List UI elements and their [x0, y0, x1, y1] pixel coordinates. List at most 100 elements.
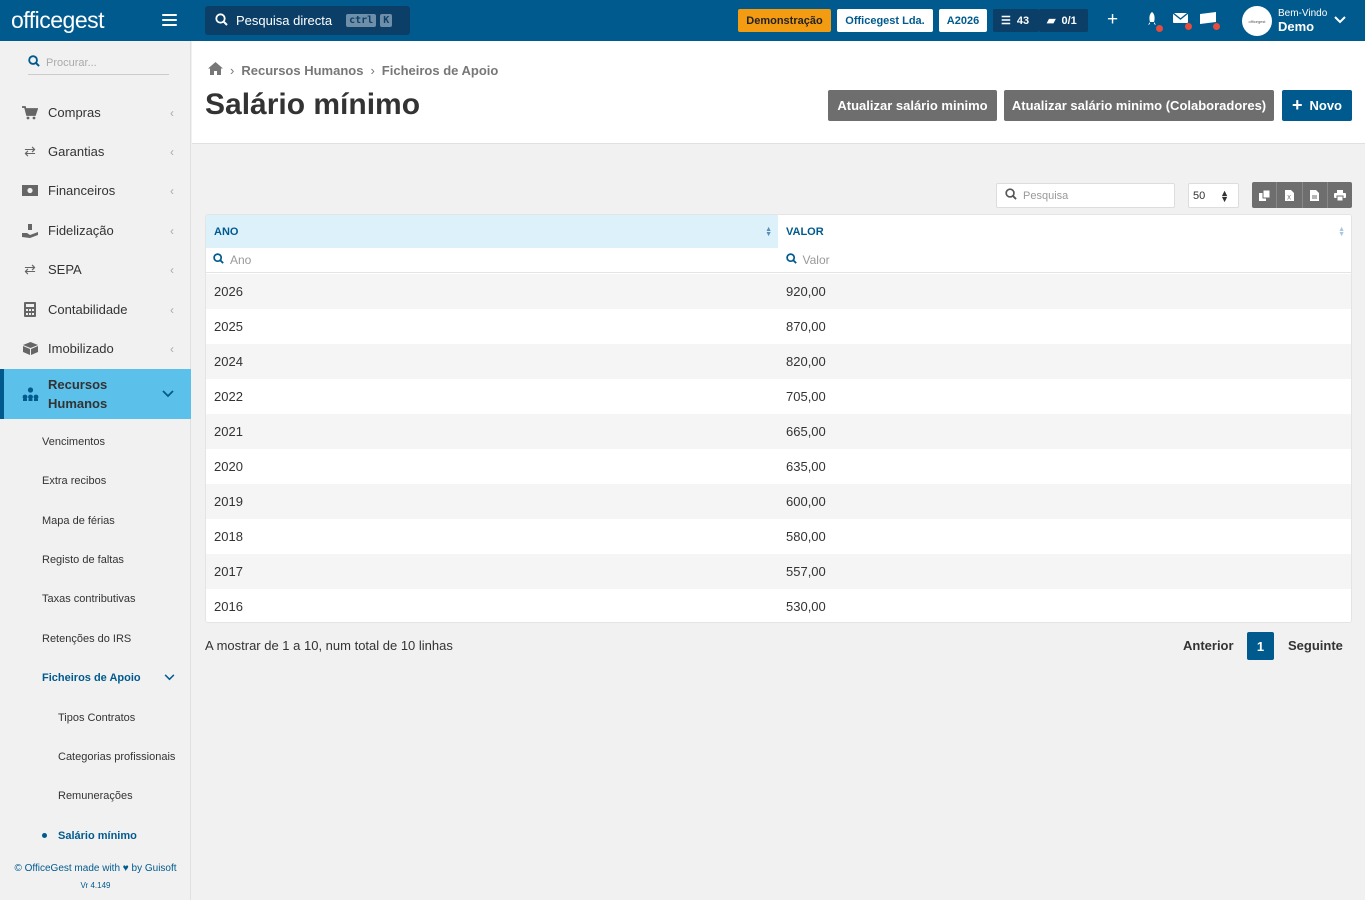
- update-min-salary-collaborators-button[interactable]: Atualizar salário minimo (Colaboradores): [1004, 90, 1274, 121]
- breadcrumb-item[interactable]: Recursos Humanos: [241, 63, 363, 78]
- column-header-ano[interactable]: ANO ▲ ▼: [206, 215, 778, 248]
- new-button[interactable]: + Novo: [1282, 90, 1352, 121]
- svg-text:X: X: [1287, 194, 1291, 201]
- page-size-select[interactable]: 50 ▲ ▼: [1188, 183, 1239, 208]
- chevron-right-icon: ›: [230, 62, 235, 78]
- sidebar-subitem-extra-recibos[interactable]: Extra recibos: [42, 475, 106, 487]
- table-row[interactable]: 2026 920,00: [206, 274, 1351, 309]
- tasks-list-icon: ☰: [1001, 15, 1011, 27]
- envelope-icon[interactable]: [1172, 11, 1192, 30]
- column-header-valor[interactable]: VALOR ▲ ▼: [778, 215, 1351, 248]
- tasks-counter[interactable]: ☰ 43: [993, 9, 1039, 32]
- sidebar-item-compras[interactable]: Compras ‹: [0, 93, 191, 132]
- sidebar-item-fidelizacao[interactable]: Fidelização ‹: [0, 211, 191, 250]
- ticket-icon[interactable]: [1200, 11, 1220, 30]
- sidebar-subitem-retencoes-irs[interactable]: Retenções do IRS: [42, 633, 131, 645]
- breadcrumb: › Recursos Humanos › Ficheiros de Apoio: [208, 62, 498, 78]
- table-row[interactable]: 2017 557,00: [206, 554, 1351, 589]
- sidebar-item-imobilizado[interactable]: Imobilizado ‹: [0, 329, 191, 368]
- user-name: Demo: [1278, 19, 1315, 34]
- search-icon: [785, 253, 797, 267]
- export-buttons: X: [1252, 182, 1352, 208]
- table-row[interactable]: 2018 580,00: [206, 519, 1351, 554]
- sidebar-subsubitem-salario-minimo[interactable]: Salário mínimo: [58, 830, 137, 842]
- cell-ano: 2017: [214, 564, 243, 579]
- logo[interactable]: officegest: [0, 0, 191, 41]
- excel-icon[interactable]: X: [1277, 182, 1303, 208]
- sidebar-subitem-ficheiros-apoio[interactable]: Ficheiros de Apoio: [42, 672, 141, 684]
- sidebar: Procurar... Compras ‹ ⇄ Garantias ‹ Fina…: [0, 41, 191, 900]
- pagination-page-1[interactable]: 1: [1247, 632, 1274, 660]
- pagination-previous[interactable]: Anterior: [1183, 638, 1234, 653]
- avatar[interactable]: officegest: [1242, 6, 1272, 36]
- filter-ano-input[interactable]: Ano: [206, 248, 779, 272]
- sidebar-item-recursos-humanos[interactable]: Recursos Humanos: [0, 369, 191, 419]
- cell-ano: 2025: [214, 319, 243, 334]
- rocket-icon[interactable]: [1145, 11, 1163, 32]
- company-selector[interactable]: Officegest Lda.: [837, 9, 933, 32]
- table-row[interactable]: 2019 600,00: [206, 484, 1351, 519]
- exchange-icon: ⇄: [24, 143, 36, 159]
- cell-valor: 580,00: [786, 529, 826, 544]
- heart-icon: ♥: [122, 863, 129, 874]
- sidebar-search[interactable]: Procurar...: [28, 51, 169, 75]
- filter-valor-input[interactable]: Valor: [779, 248, 1352, 272]
- user-welcome[interactable]: Bem-Vindo Demo: [1278, 7, 1327, 33]
- table-row[interactable]: 2025 870,00: [206, 309, 1351, 344]
- top-bar: officegest Pesquisa directa ctrl K Demon…: [0, 0, 1365, 41]
- exchange-icon: ⇄: [24, 261, 36, 277]
- sidebar-item-garantias[interactable]: ⇄ Garantias ‹: [0, 132, 191, 171]
- table-row[interactable]: 2022 705,00: [206, 379, 1351, 414]
- add-icon[interactable]: +: [1107, 9, 1118, 31]
- docs-counter[interactable]: ▰ 0/1: [1039, 9, 1088, 32]
- docs-count: 0/1: [1061, 14, 1077, 27]
- sidebar-item-contabilidade[interactable]: Contabilidade ‹: [0, 290, 191, 329]
- global-search[interactable]: Pesquisa directa ctrl K: [205, 6, 410, 35]
- update-min-salary-button[interactable]: Atualizar salário minimo: [828, 90, 997, 121]
- folder-icon: ▰: [1047, 15, 1056, 27]
- sidebar-search-placeholder: Procurar...: [46, 56, 97, 69]
- sidebar-item-label: Compras: [48, 105, 101, 120]
- table-search-input[interactable]: Pesquisa: [996, 183, 1175, 208]
- sidebar-item-sepa[interactable]: ⇄ SEPA ‹: [0, 250, 191, 289]
- sidebar-subsubitem-categorias[interactable]: Categorias profissionais: [58, 751, 175, 763]
- hamburger-menu-icon[interactable]: [162, 14, 177, 26]
- chevron-down-icon[interactable]: [164, 672, 175, 684]
- shortcut-key-ctrl: ctrl: [346, 14, 377, 27]
- table-row[interactable]: 2021 665,00: [206, 414, 1351, 449]
- cell-valor: 635,00: [786, 459, 826, 474]
- cell-valor: 820,00: [786, 354, 826, 369]
- table-row[interactable]: 2016 530,00: [206, 589, 1351, 622]
- boxes-icon: [21, 340, 39, 358]
- tasks-count: 43: [1016, 14, 1030, 27]
- cell-valor: 557,00: [786, 564, 826, 579]
- footer-suffix: by Guisoft: [131, 863, 177, 874]
- notification-dot: [1185, 23, 1192, 30]
- breadcrumb-item[interactable]: Ficheiros de Apoio: [382, 63, 499, 78]
- sidebar-subitem-taxas-contributivas[interactable]: Taxas contributivas: [42, 593, 136, 605]
- sidebar-subsubitem-remuneracoes[interactable]: Remunerações: [58, 790, 133, 802]
- page-size-value: 50: [1193, 189, 1206, 202]
- demo-badge[interactable]: Demonstração: [738, 9, 831, 32]
- sidebar-item-financeiros[interactable]: Financeiros ‹: [0, 171, 191, 210]
- sidebar-item-label: Garantias: [48, 144, 105, 159]
- table-row[interactable]: 2020 635,00: [206, 449, 1351, 484]
- print-icon[interactable]: [1327, 182, 1352, 208]
- table-row[interactable]: 2024 820,00: [206, 344, 1351, 379]
- chevron-down-icon[interactable]: [1334, 13, 1346, 27]
- sort-icon: ▲ ▼: [765, 226, 772, 238]
- sidebar-subitem-vencimentos[interactable]: Vencimentos: [42, 436, 105, 448]
- year-selector[interactable]: A2026: [939, 9, 987, 32]
- cell-valor: 705,00: [786, 389, 826, 404]
- search-icon: [1005, 188, 1017, 203]
- cell-valor: 870,00: [786, 319, 826, 334]
- file-icon[interactable]: [1302, 182, 1328, 208]
- chevron-left-icon: ‹: [170, 302, 174, 317]
- sidebar-subitem-mapa-ferias[interactable]: Mapa de férias: [42, 515, 115, 527]
- pagination-next[interactable]: Seguinte: [1288, 638, 1343, 653]
- home-icon[interactable]: [208, 62, 223, 78]
- copy-icon[interactable]: [1252, 182, 1278, 208]
- cell-ano: 2022: [214, 389, 243, 404]
- sidebar-subsubitem-tipos-contratos[interactable]: Tipos Contratos: [58, 712, 135, 724]
- sidebar-subitem-registo-faltas[interactable]: Registo de faltas: [42, 554, 124, 566]
